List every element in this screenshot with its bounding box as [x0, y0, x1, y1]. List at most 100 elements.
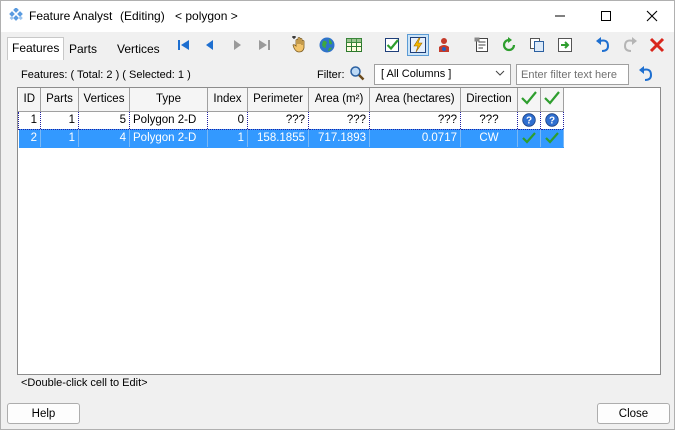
- hand-pan-icon: [292, 36, 305, 53]
- previous-record-button[interactable]: [199, 34, 221, 56]
- zoom-to-feature-button[interactable]: [316, 34, 338, 56]
- identify-feature-button[interactable]: [433, 34, 455, 56]
- tab-features-label: Features: [12, 41, 60, 55]
- cell-perimeter[interactable]: ???: [247, 110, 309, 130]
- close-button[interactable]: Close: [597, 403, 670, 424]
- filter-text-input[interactable]: [516, 64, 629, 85]
- column-header-check-1[interactable]: [517, 88, 541, 112]
- lightning-sync-icon: [410, 37, 426, 53]
- svg-text:?: ?: [526, 116, 532, 127]
- cell-direction[interactable]: ???: [460, 110, 518, 130]
- properties-sheet-icon: [474, 37, 488, 52]
- cell-check-1[interactable]: ?: [517, 110, 541, 130]
- features-table: ID Parts Vertices Type Index Perimeter A…: [18, 88, 564, 148]
- svg-text:?: ?: [549, 116, 555, 127]
- filter-label: Filter:: [317, 69, 345, 81]
- last-record-icon: [259, 40, 270, 50]
- question-icon: ?: [545, 113, 559, 127]
- table-header-row: ID Parts Vertices Type Index Perimeter A…: [18, 88, 564, 112]
- minimize-icon: [555, 15, 565, 17]
- app-grid-icon: [8, 7, 24, 24]
- properties-button[interactable]: [471, 34, 493, 56]
- tab-features[interactable]: Features: [7, 37, 65, 60]
- table-row-selected[interactable]: 2 1 4 Polygon 2-D 1 158.1855 717.1893 0.…: [18, 129, 564, 148]
- cell-type[interactable]: Polygon 2-D: [129, 129, 208, 148]
- feature-analyst-window: Feature Analyst (Editing) < polygon > Fe…: [0, 0, 675, 430]
- pan-to-feature-button[interactable]: [289, 34, 311, 56]
- tab-parts-label: Parts: [69, 42, 98, 56]
- filter-column-select[interactable]: [ All Columns ]: [374, 64, 511, 85]
- tab-vertices[interactable]: Vertices: [113, 39, 164, 60]
- maximize-button[interactable]: [583, 1, 629, 31]
- next-record-icon: [234, 40, 241, 50]
- checkbox-checked-icon: [385, 38, 399, 52]
- help-button[interactable]: Help: [7, 403, 80, 424]
- help-button-label: Help: [31, 407, 56, 420]
- column-header-area-m2[interactable]: Area (m²): [308, 88, 370, 112]
- show-table-button[interactable]: [343, 34, 365, 56]
- close-window-button[interactable]: [629, 1, 675, 31]
- column-header-area-hectares[interactable]: Area (hectares): [369, 88, 461, 112]
- question-icon: ?: [522, 113, 536, 127]
- map-pin-person-icon: [439, 38, 449, 52]
- window-title: Feature Analyst: [29, 9, 113, 23]
- cell-vertices[interactable]: 5: [78, 110, 130, 130]
- cell-area-m2[interactable]: ???: [308, 110, 370, 130]
- column-header-index[interactable]: Index: [207, 88, 248, 112]
- minimize-button[interactable]: [537, 1, 583, 31]
- first-record-button[interactable]: [173, 34, 195, 56]
- globe-icon: [319, 37, 335, 53]
- cell-check-1[interactable]: [517, 129, 541, 148]
- cell-area-m2[interactable]: 717.1893: [308, 129, 370, 148]
- cell-vertices[interactable]: 4: [78, 129, 130, 148]
- refresh-button[interactable]: [498, 34, 520, 56]
- next-record-button[interactable]: [226, 34, 248, 56]
- window-mode: (Editing): [120, 9, 165, 23]
- cell-index[interactable]: 0: [207, 110, 248, 130]
- copy-button[interactable]: [526, 34, 548, 56]
- auto-sync-button[interactable]: [407, 34, 429, 56]
- column-header-check-2[interactable]: [540, 88, 564, 112]
- select-checked-button[interactable]: [381, 34, 403, 56]
- redo-button[interactable]: [619, 34, 641, 56]
- delete-button[interactable]: [646, 34, 668, 56]
- cell-perimeter[interactable]: 158.1855: [247, 129, 309, 148]
- cell-type[interactable]: Polygon 2-D: [129, 110, 208, 130]
- column-header-type[interactable]: Type: [129, 88, 208, 112]
- tab-parts[interactable]: Parts: [65, 39, 101, 60]
- undo-icon: [596, 37, 610, 52]
- export-button[interactable]: [554, 34, 576, 56]
- cell-parts[interactable]: 1: [40, 129, 79, 148]
- cell-id[interactable]: 2: [18, 129, 41, 148]
- cell-index[interactable]: 1: [207, 129, 248, 148]
- column-header-perimeter[interactable]: Perimeter: [247, 88, 309, 112]
- close-button-label: Close: [618, 407, 649, 420]
- checkmark-icon: [521, 91, 537, 105]
- title-bar: Feature Analyst (Editing) < polygon >: [1, 1, 674, 32]
- column-header-id[interactable]: ID: [18, 88, 41, 112]
- checkmark-icon: [522, 132, 536, 144]
- close-icon: [646, 10, 658, 22]
- window-layer-name: < polygon >: [175, 9, 238, 23]
- chevron-down-icon: [495, 68, 505, 81]
- cell-check-2[interactable]: ?: [540, 110, 564, 130]
- redo-icon: [623, 37, 637, 52]
- cell-parts[interactable]: 1: [40, 110, 79, 130]
- table-row[interactable]: 1 1 5 Polygon 2-D 0 ??? ??? ??? ??? ? ?: [18, 110, 564, 130]
- undo-button[interactable]: [592, 34, 614, 56]
- cell-area-hectares[interactable]: 0.0717: [369, 129, 461, 148]
- cell-check-2[interactable]: [540, 129, 564, 148]
- feature-counts: Features: ( Total: 2 ) ( Selected: 1 ): [21, 69, 191, 81]
- cell-direction[interactable]: CW: [460, 129, 518, 148]
- cell-area-hectares[interactable]: ???: [369, 110, 461, 130]
- last-record-button[interactable]: [253, 34, 275, 56]
- column-header-vertices[interactable]: Vertices: [78, 88, 130, 112]
- checkmark-icon: [545, 132, 559, 144]
- features-grid[interactable]: ID Parts Vertices Type Index Perimeter A…: [17, 87, 661, 375]
- clear-filter-button[interactable]: [635, 63, 657, 85]
- column-header-parts[interactable]: Parts: [40, 88, 79, 112]
- maximize-icon: [601, 11, 611, 21]
- cell-id[interactable]: 1: [18, 110, 41, 130]
- checkmark-icon: [544, 91, 560, 105]
- column-header-direction[interactable]: Direction: [460, 88, 518, 112]
